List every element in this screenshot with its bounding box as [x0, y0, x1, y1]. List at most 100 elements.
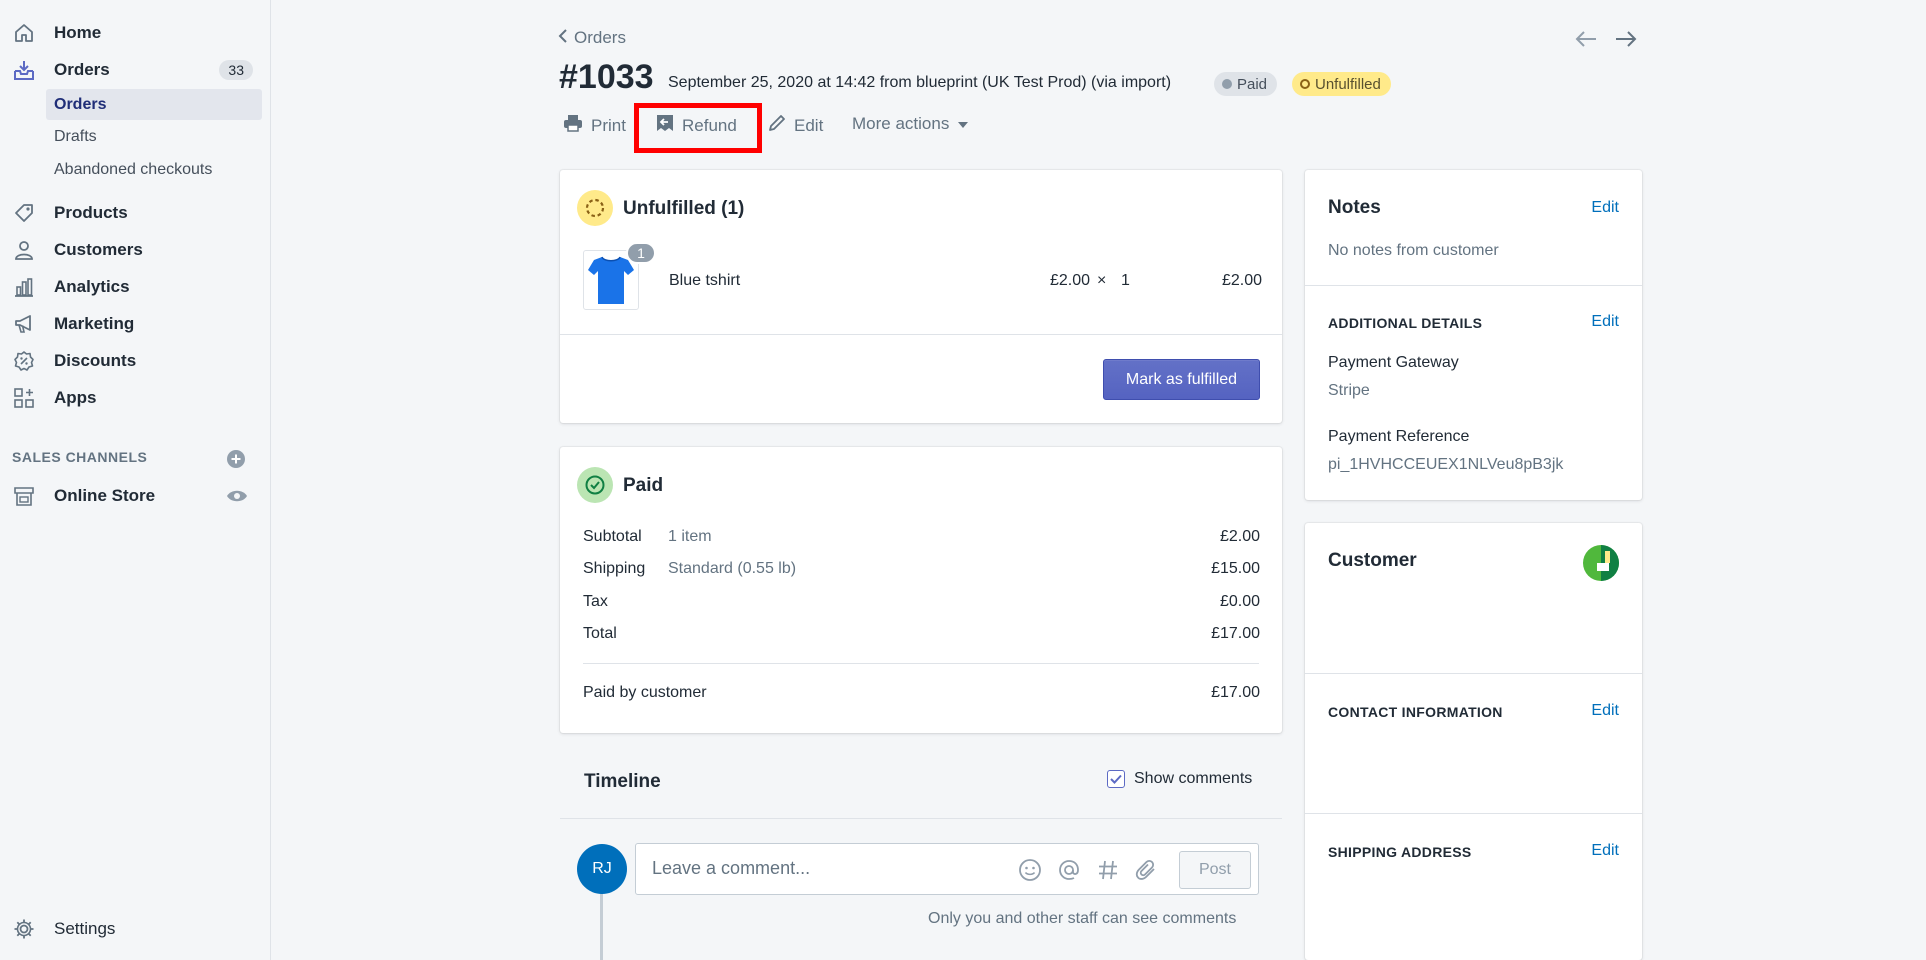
chevron-left-icon — [558, 28, 568, 48]
sidebar-item-discounts[interactable]: Discounts — [0, 344, 271, 378]
paid-status-badge: Paid — [1214, 72, 1278, 96]
tshirt-image — [588, 256, 634, 304]
sidebar-item-home[interactable]: Home — [0, 16, 271, 50]
sidebar-item-label: Marketing — [54, 314, 135, 333]
sidebar-item-online-store[interactable]: Online Store — [0, 479, 271, 513]
paid-dot-icon — [1222, 79, 1232, 89]
customer-avatar[interactable] — [1583, 545, 1619, 581]
shipping-detail: Standard (0.55 lb) — [668, 560, 797, 577]
mention-icon[interactable] — [1057, 858, 1081, 887]
printer-icon — [563, 114, 583, 137]
print-button[interactable]: Print — [563, 114, 626, 137]
item-price: £2.00 — [1049, 272, 1090, 289]
item-quantity: 1 — [1121, 272, 1130, 289]
total-label: Total — [583, 625, 617, 642]
edit-order-button[interactable]: Edit — [768, 114, 823, 137]
sidebar-item-apps[interactable]: Apps — [0, 381, 271, 415]
total-amount: £17.00 — [1211, 625, 1260, 642]
sidebar: Home Orders 33 Orders Drafts Abandoned c… — [0, 0, 271, 960]
caret-down-icon — [957, 114, 969, 134]
comment-visibility-note: Only you and other staff can see comment… — [928, 910, 1237, 927]
eye-icon[interactable] — [226, 485, 248, 507]
unfulfilled-status-badge: Unfulfilled — [1292, 72, 1391, 96]
additional-details-edit-link[interactable]: Edit — [1591, 313, 1619, 331]
tax-label: Tax — [583, 593, 608, 610]
tag-icon — [12, 201, 36, 225]
payment-reference-value: pi_1HVHCCEUEX1NLVeu8pB3jk — [1328, 456, 1564, 473]
post-comment-button[interactable]: Post — [1179, 851, 1251, 889]
unfulfilled-card: Unfulfilled (1) 1 Blue tshirt £2.00 × 1 … — [560, 170, 1282, 423]
sidebar-item-marketing[interactable]: Marketing — [0, 307, 271, 341]
paid-by-customer-amount: £17.00 — [1211, 684, 1260, 701]
comment-input[interactable] — [652, 858, 1012, 879]
sidebar-item-settings[interactable]: Settings — [0, 912, 271, 946]
apps-icon — [12, 386, 36, 410]
notes-edit-link[interactable]: Edit — [1591, 199, 1619, 217]
tax-amount: £0.00 — [1219, 593, 1260, 610]
breadcrumb-orders-link[interactable]: Orders — [574, 28, 626, 48]
shipping-label: Shipping — [583, 560, 646, 577]
more-actions-dropdown[interactable]: More actions — [852, 114, 969, 134]
order-meta-text: September 25, 2020 at 14:42 from bluepri… — [668, 74, 1172, 91]
bar-chart-icon — [12, 275, 36, 299]
sidebar-item-label: Settings — [54, 919, 116, 938]
contact-divider — [1305, 813, 1642, 814]
customer-title: Customer — [1328, 550, 1417, 571]
sidebar-item-label: Analytics — [54, 277, 130, 296]
unfulfilled-status-icon — [577, 190, 613, 226]
paid-badge-label: Paid — [1237, 75, 1268, 93]
shipping-address-edit-link[interactable]: Edit — [1591, 842, 1619, 860]
emoji-icon[interactable] — [1018, 858, 1042, 887]
add-sales-channel-icon[interactable] — [226, 449, 246, 469]
paid-card: Paid Subtotal 1 item £2.00 Shipping Stan… — [560, 447, 1282, 733]
sidebar-item-orders[interactable]: Orders 33 — [0, 53, 271, 87]
sidebar-item-label: Online Store — [54, 486, 156, 505]
orders-count-badge: 33 — [219, 60, 253, 80]
breadcrumb[interactable]: Orders — [558, 28, 626, 48]
refund-highlight-annotation — [634, 103, 762, 153]
payment-reference-label: Payment Reference — [1328, 428, 1470, 445]
item-total: £2.00 — [1221, 272, 1262, 289]
hashtag-icon[interactable] — [1096, 858, 1120, 887]
order-number-title: #1033 — [559, 58, 654, 96]
discount-icon — [12, 349, 36, 373]
attachment-icon[interactable] — [1134, 858, 1158, 887]
notes-divider — [1305, 285, 1642, 286]
customer-divider — [1305, 673, 1642, 674]
paid-status-icon — [577, 467, 613, 503]
unfulfilled-badge-label: Unfulfilled — [1315, 75, 1381, 93]
card-divider — [560, 334, 1282, 335]
edit-label: Edit — [794, 115, 824, 135]
times-symbol: × — [1097, 272, 1107, 289]
sidebar-item-products[interactable]: Products — [0, 196, 271, 230]
contact-information-title: CONTACT INFORMATION — [1328, 704, 1503, 720]
order-navigation — [1573, 26, 1639, 52]
sidebar-subitem-abandoned-checkouts[interactable]: Abandoned checkouts — [46, 154, 262, 185]
previous-order-arrow-icon[interactable] — [1573, 26, 1599, 52]
sidebar-item-customers[interactable]: Customers — [0, 233, 271, 267]
item-quantity-badge: 1 — [626, 242, 656, 264]
mark-as-fulfilled-button[interactable]: Mark as fulfilled — [1103, 359, 1260, 400]
payment-gateway-value: Stripe — [1328, 382, 1370, 399]
paid-by-customer-label: Paid by customer — [583, 684, 707, 701]
subtotal-amount: £2.00 — [1219, 528, 1260, 545]
product-link[interactable]: Blue tshirt — [669, 272, 740, 290]
unfulfilled-title: Unfulfilled (1) — [623, 198, 745, 219]
show-comments-checkbox[interactable]: Show comments — [1107, 770, 1252, 788]
paid-divider — [583, 663, 1259, 664]
timeline-divider — [560, 818, 1282, 819]
sidebar-item-analytics[interactable]: Analytics — [0, 270, 271, 304]
shipping-amount: £15.00 — [1211, 560, 1260, 577]
person-icon — [12, 238, 36, 262]
contact-information-edit-link[interactable]: Edit — [1591, 702, 1619, 720]
sidebar-subitem-drafts[interactable]: Drafts — [46, 121, 262, 152]
sidebar-item-label: Apps — [54, 388, 97, 407]
orders-icon — [12, 58, 36, 82]
notes-text: No notes from customer — [1328, 242, 1499, 259]
sales-channels-label: SALES CHANNELS — [12, 449, 148, 465]
paid-title: Paid — [623, 475, 664, 496]
next-order-arrow-icon[interactable] — [1613, 26, 1639, 52]
sidebar-subitem-orders[interactable]: Orders — [46, 89, 262, 120]
sidebar-item-label: Discounts — [54, 351, 137, 370]
sidebar-item-label: Orders — [54, 60, 110, 79]
